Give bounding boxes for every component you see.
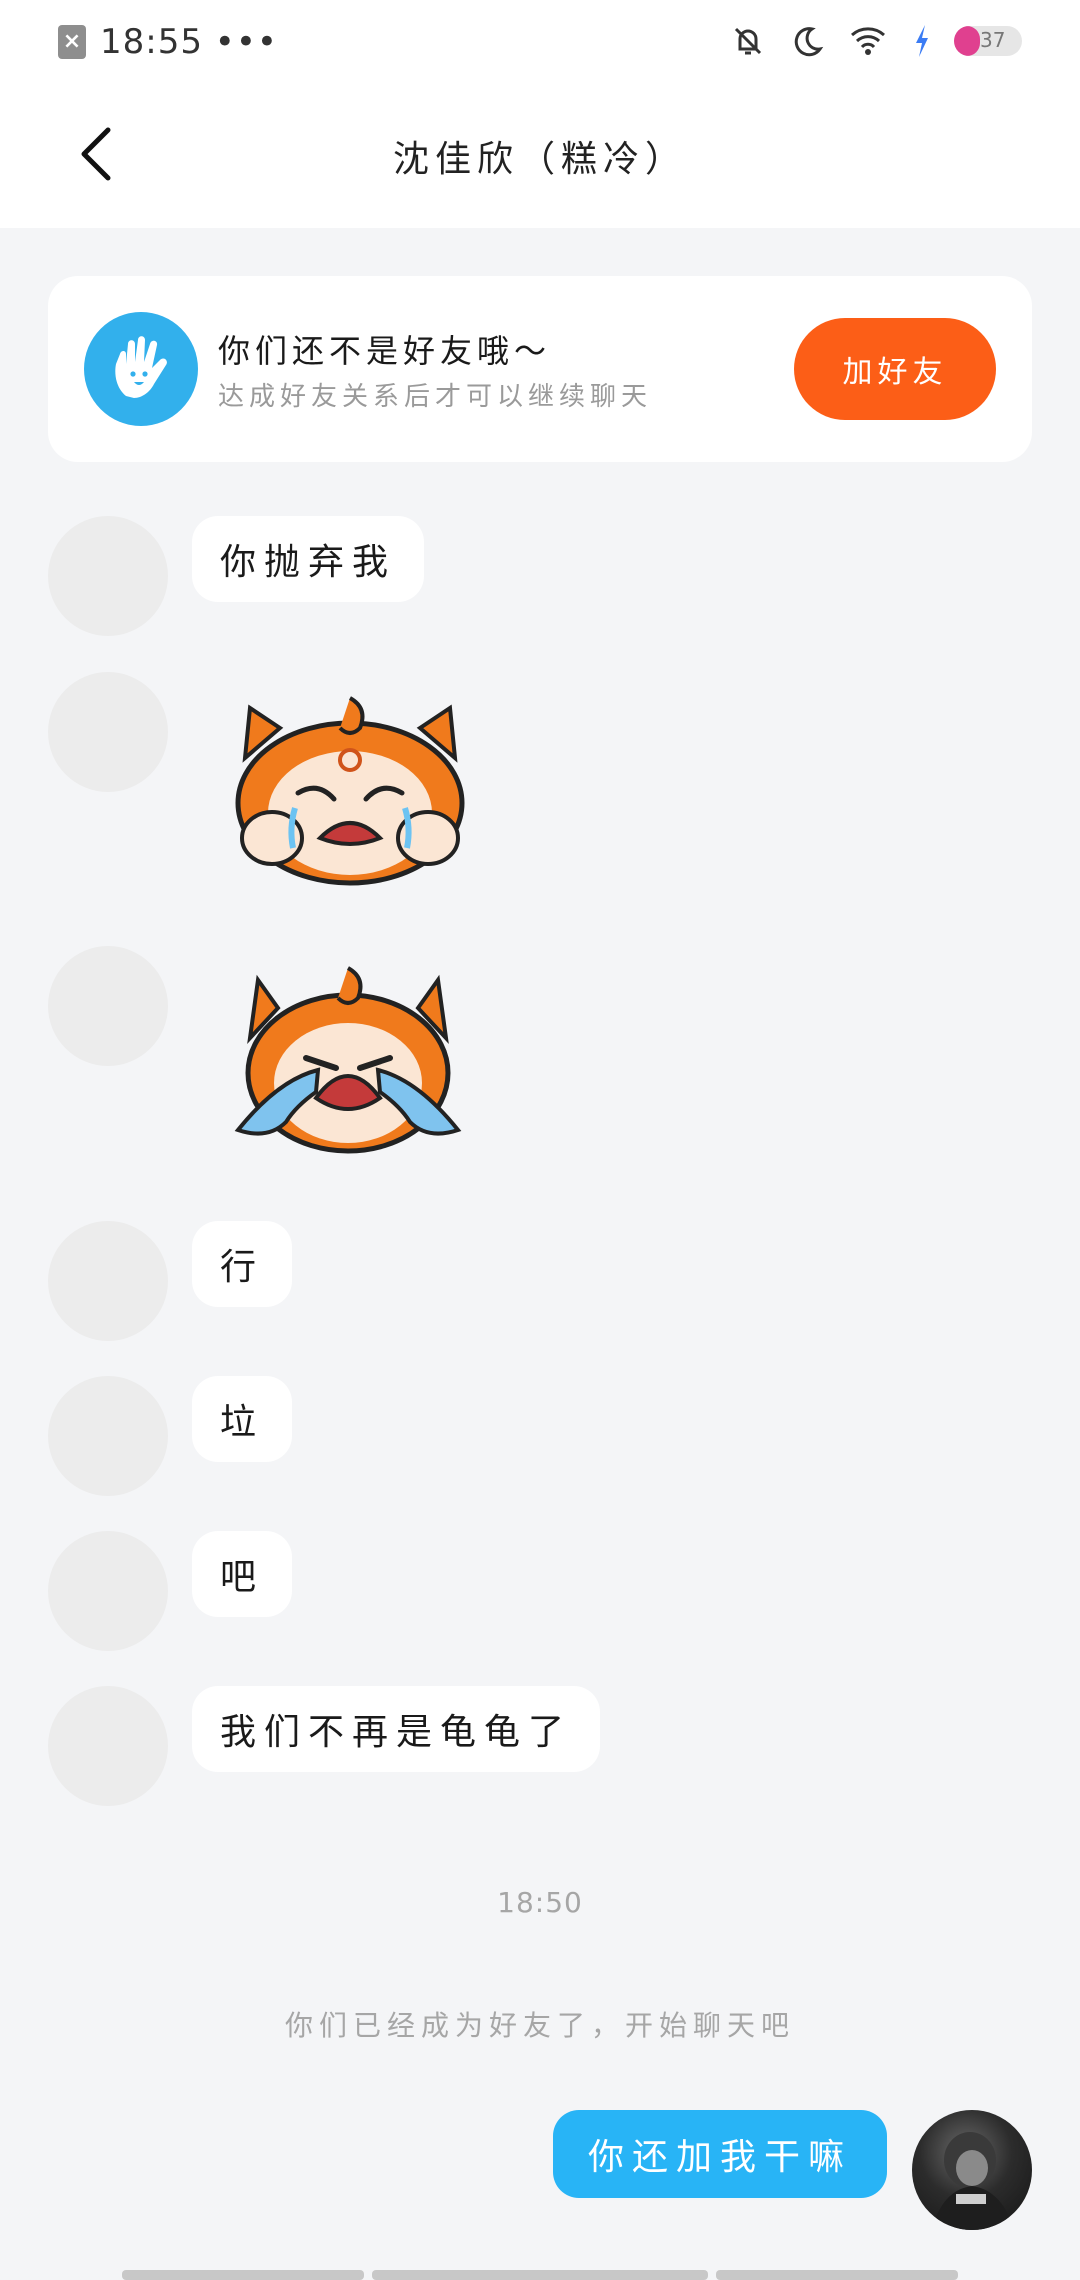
contact-avatar[interactable] <box>48 672 168 792</box>
friend-request-banner: 你们还不是好友哦～ 达成好友关系后才可以继续聊天 加好友 <box>48 276 1032 462</box>
banner-title: 你们还不是好友哦～ <box>218 332 552 370</box>
input-toolbar-segment[interactable] <box>716 2270 958 2280</box>
contact-avatar[interactable] <box>48 1221 168 1341</box>
banner-subtitle: 达成好友关系后才可以继续聊天 <box>218 382 653 412</box>
hand-wave-icon <box>84 312 198 426</box>
wifi-icon <box>851 27 885 55</box>
add-friend-button[interactable]: 加好友 <box>794 318 996 420</box>
clock-text: 18:55 <box>100 22 203 62</box>
message-bubble[interactable]: 我们不再是龟龟了 <box>192 1686 601 1772</box>
input-toolbar-segment[interactable] <box>372 2270 708 2280</box>
notification-dots: ••• <box>214 22 278 62</box>
battery-icon: 37 <box>954 26 1022 56</box>
system-tip: 你们已经成为好友了，开始聊天吧 <box>284 2009 795 2042</box>
message-bubble[interactable]: 行 <box>192 1221 293 1307</box>
sobbing-cat-sticker[interactable] <box>218 958 478 1158</box>
moon-icon <box>794 27 824 57</box>
nav-bar: 沈佳欣（糕冷） <box>0 82 1080 228</box>
contact-avatar[interactable] <box>48 1376 168 1496</box>
charging-icon <box>916 25 928 57</box>
contact-avatar[interactable] <box>48 516 168 636</box>
bell-off-icon <box>734 27 762 55</box>
message-bubble[interactable]: 垃 <box>192 1376 293 1462</box>
status-bar: × 18:55 ••• 37 <box>0 0 1080 82</box>
crying-cat-sticker[interactable] <box>210 688 490 888</box>
message-bubble[interactable]: 你抛弃我 <box>192 516 425 602</box>
input-toolbar-segment[interactable] <box>122 2270 364 2280</box>
page-title[interactable]: 沈佳欣（糕冷） <box>0 130 1080 182</box>
battery-level: 37 <box>980 28 1006 52</box>
contact-avatar[interactable] <box>48 946 168 1066</box>
close-icon: × <box>58 25 86 59</box>
my-message-bubble[interactable]: 你还加我干嘛 <box>553 2110 887 2198</box>
status-time: 18:55 ••• <box>100 22 278 62</box>
my-avatar[interactable] <box>912 2110 1032 2230</box>
contact-avatar[interactable] <box>48 1531 168 1651</box>
time-divider: 18:50 <box>497 1886 583 1919</box>
contact-avatar[interactable] <box>48 1686 168 1806</box>
status-icons: 37 <box>730 18 1022 64</box>
message-bubble[interactable]: 吧 <box>192 1531 293 1617</box>
